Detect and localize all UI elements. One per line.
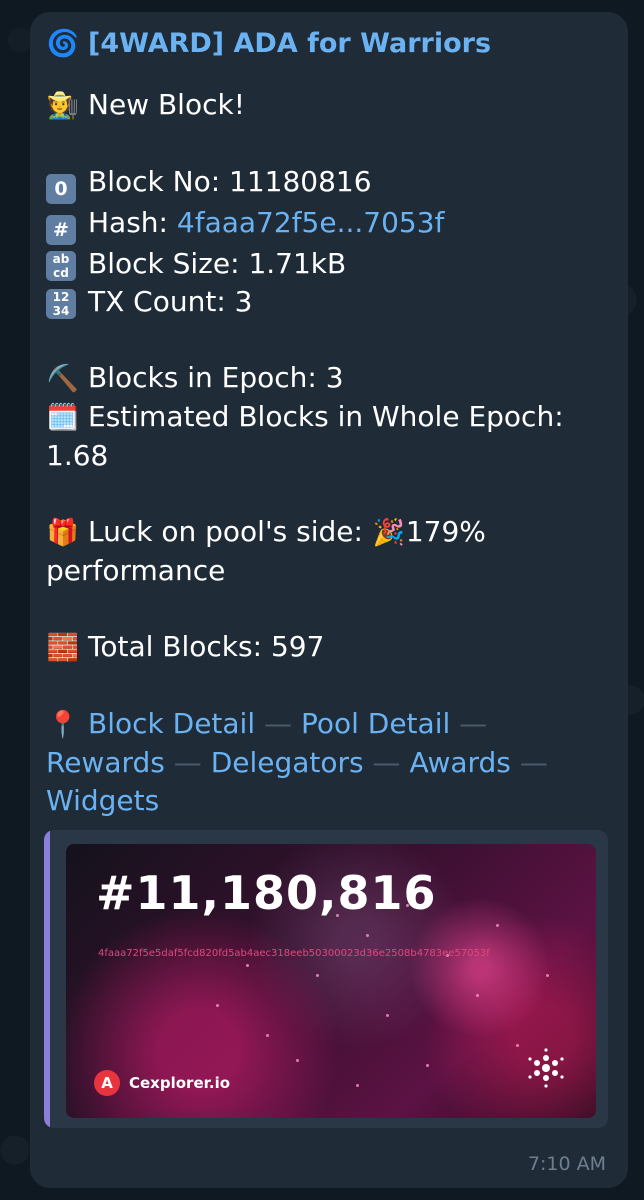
- hash-link[interactable]: 4faaa72f5e...7053f: [177, 206, 445, 239]
- channel-name[interactable]: 🌀 [4WARD] ADA for Warriors: [46, 22, 616, 66]
- preview-image[interactable]: #11,180,816 4faaa72f5e5daf5fcd820fd5ab4a…: [66, 844, 596, 1118]
- delegators-link[interactable]: Delegators: [211, 746, 364, 779]
- hash-line: # Hash: 4faaa72f5e...7053f: [46, 204, 616, 245]
- cyclone-icon: 🌀: [46, 29, 80, 59]
- cexplorer-logo-icon: A: [94, 1070, 120, 1096]
- widgets-link[interactable]: Widgets: [46, 784, 159, 817]
- keycap-hash-icon: #: [46, 215, 76, 245]
- luck-performance: performance: [46, 554, 226, 587]
- blocks-in-epoch-line: ⛏️ Blocks in Epoch: 3: [46, 359, 616, 398]
- estimated-line: 🗓️ Estimated Blocks in Whole Epoch:: [46, 398, 616, 437]
- farmer-icon: 🧑‍🌾: [46, 91, 80, 121]
- block-no-line: 0 Block No: 11180816: [46, 163, 616, 204]
- bricks-icon: 🧱: [46, 633, 80, 663]
- brand: A Cexplorer.io: [94, 1070, 230, 1096]
- pin-icon: 📍: [46, 710, 80, 740]
- cardano-logo-icon: [528, 1048, 564, 1088]
- title-line: 🧑‍🌾 New Block!: [46, 86, 616, 125]
- gift-icon: 🎁: [46, 518, 80, 548]
- link-preview[interactable]: #11,180,816 4faaa72f5e5daf5fcd820fd5ab4a…: [44, 830, 608, 1128]
- pool-detail-link[interactable]: Pool Detail: [301, 707, 450, 740]
- abcd-icon: ab cd: [46, 251, 76, 281]
- message-text: 🌀 [4WARD] ADA for Warriors 🧑‍🌾 New Block! …: [46, 22, 616, 820]
- pick-icon: ⛏️: [46, 364, 80, 394]
- links-block: 📍 Block Detail — Pool Detail — Rewards — …: [46, 707, 548, 817]
- luck-line: 🎁 Luck on pool's side: 🎉179%: [46, 513, 616, 552]
- party-popper-icon: 🎉: [372, 518, 406, 548]
- block-detail-link[interactable]: Block Detail: [88, 707, 255, 740]
- block-number: #11,180,816: [96, 866, 437, 920]
- block-size-line: ab cd Block Size: 1.71kB: [46, 245, 616, 283]
- awards-link[interactable]: Awards: [409, 746, 510, 779]
- block-hash: 4faaa72f5e5daf5fcd820fd5ab4aec318eeb5030…: [98, 948, 490, 959]
- rewards-link[interactable]: Rewards: [46, 746, 165, 779]
- estimated-value: 1.68: [46, 439, 109, 472]
- keycap-zero-icon: 0: [46, 174, 76, 204]
- tx-count-line: 12 34 TX Count: 3: [46, 283, 616, 321]
- preview-accent-bar: [44, 830, 50, 1128]
- message-timestamp: 7:10 AM: [527, 1153, 606, 1175]
- calendar-icon: 🗓️: [46, 403, 80, 433]
- total-blocks-line: 🧱 Total Blocks: 597: [46, 628, 616, 667]
- numbers-icon: 12 34: [46, 289, 76, 319]
